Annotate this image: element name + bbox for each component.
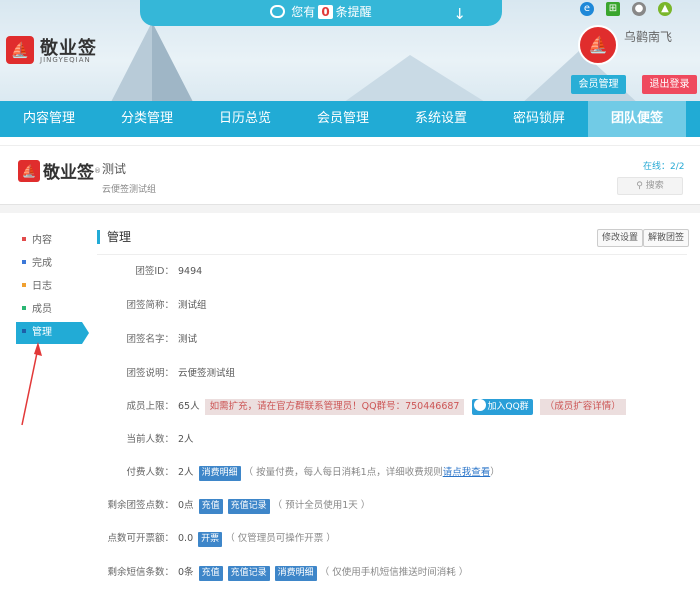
notification-bar[interactable]: 您有 0 条提醒 ↓	[140, 0, 502, 26]
arrow-down-icon[interactable]: ↓	[453, 2, 466, 26]
info-row-short-name: 团签简称： 测试组	[0, 296, 700, 316]
short-name-value: 测试组	[178, 300, 207, 311]
info-row-id: 团签ID： 9494	[0, 262, 700, 282]
ie-icon[interactable]: e	[580, 2, 594, 16]
nav-item-calendar[interactable]: 日历总览	[196, 101, 294, 137]
divider	[97, 254, 687, 255]
nav-item-settings[interactable]: 系统设置	[392, 101, 490, 137]
points-hint: （ 预计全员使用1天 ）	[272, 500, 371, 511]
edit-settings-button[interactable]: 修改设置	[597, 229, 644, 247]
avatar[interactable]: ⛵	[578, 25, 618, 65]
billing-hint-text: （ 按量付费，每人每日消耗1点，详细收费规则	[243, 467, 443, 478]
field-label: 剩余短信条数：	[107, 567, 174, 578]
apple-icon[interactable]: ●	[632, 2, 646, 16]
member-limit-number: 65人	[178, 401, 200, 412]
info-row-points: 剩余团签点数： 0点 充值 充值记录 （ 预计全员使用1天 ）	[0, 496, 700, 516]
paid-count-value: 2人 消费明细 （ 按量付费，每人每日消耗1点，详细收费规则请点我查看）	[178, 463, 500, 483]
description-value: 云便签测试组	[178, 368, 236, 379]
field-label: 团签名字：	[126, 334, 174, 345]
dissolve-group-button[interactable]: 解散团签	[643, 229, 690, 247]
divider	[0, 205, 700, 213]
billing-hint: （ 按量付费，每人每日消耗1点，详细收费规则请点我查看）	[244, 467, 500, 478]
nav-item-category[interactable]: 分类管理	[98, 101, 196, 137]
qq-penguin-icon	[473, 399, 486, 411]
sms-recharge-history-button[interactable]: 充值记录	[227, 566, 270, 581]
sms-count: 0条	[178, 567, 194, 578]
invoice-button[interactable]: 开票	[198, 532, 223, 547]
info-row-paid-count: 付费人数： 2人 消费明细 （ 按量付费，每人每日消耗1点，详细收费规则请点我查…	[0, 463, 700, 483]
online-count[interactable]: 在线：2/2	[643, 159, 685, 172]
online-value: 2/2	[670, 162, 685, 172]
join-qq-group-button[interactable]: 加入QQ群	[471, 399, 533, 415]
recharge-button[interactable]: 充值	[198, 499, 223, 514]
info-row-member-limit: 成员上限： 65人 如需扩充，请在官方群联系管理员！QQ群号：750446687…	[0, 397, 700, 417]
logout-button[interactable]: 退出登录	[642, 75, 697, 94]
points-number: 0点	[178, 500, 194, 511]
field-label: 付费人数：	[126, 467, 174, 478]
header-banner: 您有 0 条提醒 ↓ ⛵ 敬业签 JINGYEQIAN e ⊞ ● ▲ ⛵ 乌鹳南飞…	[0, 0, 700, 101]
notice-count: 0	[318, 5, 333, 19]
points-value: 0点 充值 充值记录 （ 预计全员使用1天 ）	[178, 496, 370, 516]
join-qq-label: 加入QQ群	[487, 402, 529, 412]
expansion-details-link[interactable]: （成员扩容详情）	[539, 399, 626, 415]
consumption-details-button[interactable]: 消费明细	[198, 466, 241, 481]
platform-downloads: e ⊞ ● ▲	[580, 2, 672, 16]
info-row-description: 团签说明： 云便签测试组	[0, 364, 700, 384]
invoice-value: 0.0 开票 （ 仅管理员可操作开票 ）	[178, 529, 336, 549]
user-name: 乌鹳南飞	[624, 30, 673, 44]
field-label: 成员上限：	[126, 401, 174, 412]
windows-icon[interactable]: ⊞	[606, 2, 620, 16]
sms-value: 0条 充值 充值记录 消费明细 （ 仅使用手机短信推送时间消耗 ）	[178, 563, 468, 583]
mountain-shadow-decoration	[152, 22, 194, 101]
field-label: 当前人数：	[126, 434, 174, 445]
billing-rules-link[interactable]: 请点我查看	[443, 467, 491, 478]
field-label: 点数可开票额：	[107, 533, 174, 544]
invoice-hint: （ 仅管理员可操作开票 ）	[225, 533, 336, 544]
nav-item-lock[interactable]: 密码锁屏	[490, 101, 588, 137]
recharge-history-button[interactable]: 充值记录	[227, 499, 270, 514]
chat-bubble-icon	[270, 5, 286, 18]
page-title: 管理	[97, 230, 131, 244]
notice-prefix: 您有	[291, 5, 316, 19]
group-name-value: 测试	[178, 334, 198, 345]
group-info-bar: ⛵ 敬业签 ® 测试 云便签测试组 在线：2/2 ⚲ 搜索	[0, 145, 700, 205]
online-label: 在线：	[643, 162, 671, 172]
sms-recharge-button[interactable]: 充值	[198, 566, 223, 581]
info-row-invoice: 点数可开票额： 0.0 开票 （ 仅管理员可操作开票 ）	[0, 529, 700, 549]
info-row-name: 团签名字： 测试	[0, 330, 700, 350]
info-row-sms: 剩余短信条数： 0条 充值 充值记录 消费明细 （ 仅使用手机短信推送时间消耗 …	[0, 563, 700, 583]
search-input[interactable]: ⚲ 搜索	[617, 177, 683, 195]
field-label: 团签简称：	[126, 300, 174, 311]
info-row-current-count: 当前人数： 2人	[0, 430, 700, 450]
mountain-decoration	[340, 55, 490, 101]
current-count-value: 2人	[178, 434, 194, 445]
sms-hint: （ 仅使用手机短信推送时间消耗 ）	[319, 567, 469, 578]
billing-hint-end: ）	[490, 467, 500, 478]
main-nav: 内容管理 分类管理 日历总览 会员管理 系统设置 密码锁屏 团队便签	[0, 101, 700, 137]
notice-suffix: 条提醒	[335, 5, 372, 19]
registered-icon: ®	[94, 166, 101, 175]
group-description: 云便签测试组	[102, 185, 157, 195]
field-label: 剩余团签点数：	[107, 500, 174, 511]
group-id-value: 9494	[178, 266, 203, 277]
member-limit-value: 65人 如需扩充，请在官方群联系管理员！QQ群号：750446687 加入QQ群…	[178, 397, 626, 417]
expand-notice: 如需扩充，请在官方群联系管理员！QQ群号：750446687	[204, 399, 465, 415]
nav-item-members[interactable]: 会员管理	[294, 101, 392, 137]
group-name: 测试	[102, 162, 127, 176]
sms-consumption-details-button[interactable]: 消费明细	[274, 566, 317, 581]
invoice-amount: 0.0	[178, 533, 194, 544]
android-icon[interactable]: ▲	[658, 2, 672, 16]
paid-count-number: 2人	[178, 467, 194, 478]
field-label: 团签说明：	[126, 368, 174, 379]
member-management-button[interactable]: 会员管理	[571, 75, 626, 94]
nav-item-team[interactable]: 团队便签	[588, 101, 686, 137]
search-placeholder: 搜索	[645, 181, 664, 191]
field-label: 团签ID：	[135, 266, 174, 277]
